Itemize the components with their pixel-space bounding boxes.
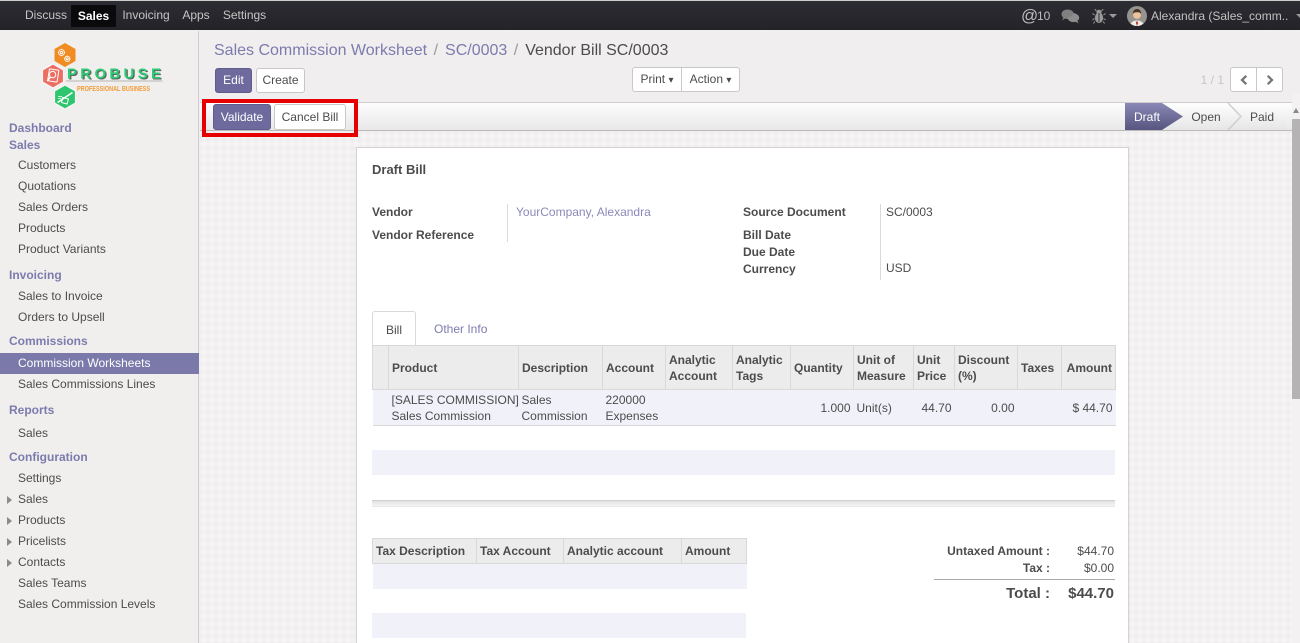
svg-text:PROFESSIONAL BUSINESS: PROFESSIONAL BUSINESS bbox=[77, 86, 150, 93]
svg-text:Open: Open bbox=[1191, 110, 1220, 124]
svg-text:Draft: Draft bbox=[1134, 110, 1161, 124]
svg-text:Paid: Paid bbox=[1250, 110, 1274, 124]
svg-text:PROBUSE: PROBUSE bbox=[67, 66, 161, 83]
